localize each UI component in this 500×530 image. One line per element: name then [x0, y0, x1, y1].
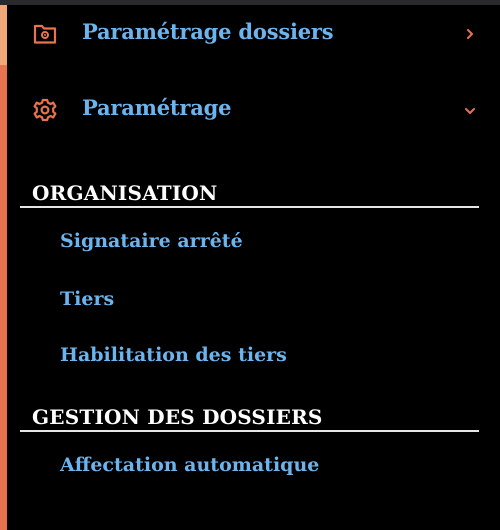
folder-gear-icon [31, 19, 59, 47]
menu-item-parametrage[interactable]: Paramétrage [0, 81, 500, 141]
section-header-gestion-des-dossiers: GESTION DES DOSSIERS [20, 404, 479, 432]
chevron-down-icon [462, 103, 478, 119]
submenu-item-habilitation-des-tiers[interactable]: Habilitation des tiers [60, 343, 287, 367]
chevron-right-icon [462, 26, 478, 42]
section-title: ORGANISATION [32, 181, 218, 205]
menu-item-parametrage-dossiers[interactable]: Paramétrage dossiers [0, 5, 500, 65]
submenu-item-affectation-automatique[interactable]: Affectation automatique [60, 453, 319, 477]
section-header-organisation: ORGANISATION [20, 180, 479, 208]
menu-item-label: Paramétrage [82, 95, 232, 120]
submenu-item-signataire-arrete[interactable]: Signataire arrêté [60, 229, 243, 253]
menu-item-label: Paramétrage dossiers [82, 19, 334, 44]
gear-icon [31, 95, 59, 123]
section-title: GESTION DES DOSSIERS [32, 405, 323, 429]
submenu-item-tiers[interactable]: Tiers [60, 287, 114, 311]
